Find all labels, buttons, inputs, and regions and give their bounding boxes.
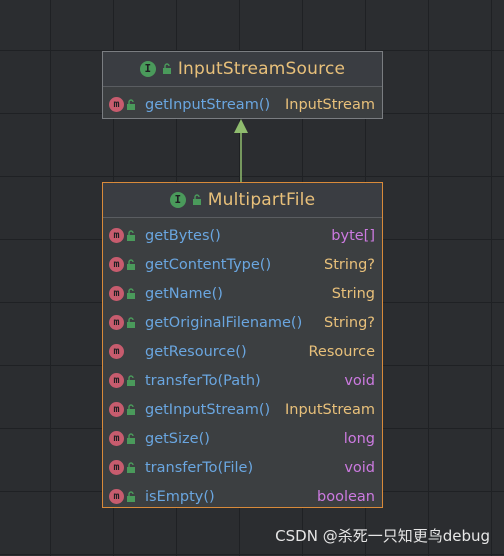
watermark: CSDN @杀死一只知更鸟debug <box>275 527 490 545</box>
lock-icon <box>127 229 135 241</box>
method-icon: m <box>109 97 124 112</box>
method-return-type: boolean <box>317 488 375 505</box>
method-return-type: String <box>331 285 375 302</box>
method-return-type: String? <box>324 256 375 273</box>
method-name: getResource() <box>145 343 247 360</box>
inheritance-arrowhead <box>234 119 248 133</box>
lock-icon <box>127 403 135 415</box>
method-icon: m <box>109 402 124 417</box>
method-return-type: InputStream <box>284 401 375 418</box>
class-header: I MultipartFile <box>103 183 382 218</box>
method-row[interactable]: m getBytes() byte[] <box>103 221 382 250</box>
method-icon: m <box>109 315 124 330</box>
class-header: I InputStreamSource <box>103 52 382 87</box>
method-icon: m <box>109 344 124 359</box>
class-title: MultipartFile <box>207 190 316 210</box>
lock-icon <box>127 374 135 386</box>
lock-icon <box>127 461 135 473</box>
method-name: getInputStream() <box>145 96 271 113</box>
lock-icon <box>127 258 135 270</box>
method-list: m getInputStream() InputStream <box>103 87 382 119</box>
method-row[interactable]: m transferTo(File) void <box>103 453 382 482</box>
lock-icon <box>127 490 135 502</box>
method-return-type: byte[] <box>331 227 375 244</box>
method-return-type: InputStream <box>284 96 375 113</box>
method-return-type: void <box>344 459 375 476</box>
method-name: getSize() <box>145 430 210 447</box>
method-icon: m <box>109 489 124 504</box>
interface-icon: I <box>139 61 156 77</box>
method-return-type: Resource <box>308 343 376 360</box>
method-icon: m <box>109 228 124 243</box>
lock-icon <box>127 98 135 110</box>
lock-icon <box>162 63 171 74</box>
method-row[interactable]: m getContentType() String? <box>103 250 382 279</box>
method-return-type: String? <box>324 314 375 331</box>
method-name: transferTo(Path) <box>145 372 261 389</box>
method-row[interactable]: m getSize() long <box>103 424 382 453</box>
method-list: m getBytes() byte[] m getContentType() String… <box>103 218 382 511</box>
method-return-type: void <box>344 372 375 389</box>
method-icon: m <box>109 431 124 446</box>
method-name: transferTo(File) <box>145 459 254 476</box>
method-row[interactable]: m getOriginalFilename() String? <box>103 308 382 337</box>
method-row[interactable]: m getResource() Resource <box>103 337 382 366</box>
method-name: getBytes() <box>145 227 221 244</box>
method-name: getName() <box>145 285 223 302</box>
class-title: InputStreamSource <box>177 59 346 79</box>
method-name: getOriginalFilename() <box>145 314 303 331</box>
lock-icon <box>127 432 135 444</box>
class-box-multipartfile[interactable]: I MultipartFile m getBytes() byte[] m getCon… <box>102 182 383 508</box>
method-row[interactable]: m getInputStream() InputStream <box>103 395 382 424</box>
interface-icon: I <box>169 192 186 208</box>
method-row[interactable]: m isEmpty() boolean <box>103 482 382 511</box>
lock-icon <box>127 287 135 299</box>
method-icon: m <box>109 373 124 388</box>
method-row[interactable]: m getName() String <box>103 279 382 308</box>
method-row[interactable]: m getInputStream() InputStream <box>103 90 382 119</box>
method-return-type: long <box>343 430 375 447</box>
lock-icon <box>192 194 201 205</box>
lock-icon <box>127 316 135 328</box>
method-icon: m <box>109 460 124 475</box>
class-box-inputstreamsource[interactable]: I InputStreamSource m getInputStream() Inp… <box>102 51 383 119</box>
method-icon: m <box>109 286 124 301</box>
method-name: getContentType() <box>145 256 272 273</box>
method-name: isEmpty() <box>145 488 215 505</box>
method-name: getInputStream() <box>145 401 271 418</box>
method-icon: m <box>109 257 124 272</box>
method-row[interactable]: m transferTo(Path) void <box>103 366 382 395</box>
